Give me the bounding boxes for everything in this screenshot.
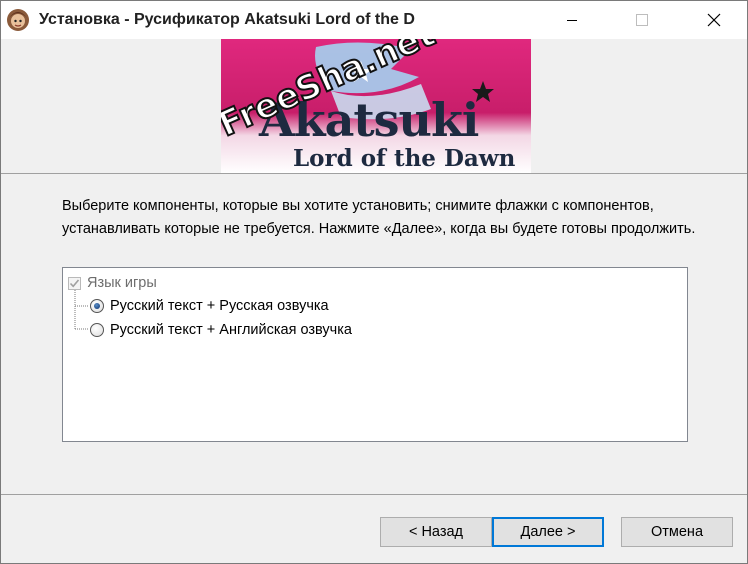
next-button[interactable]: Далее > (492, 517, 604, 547)
component-option-russian-voice[interactable]: Русский текст + Русская озвучка (90, 296, 329, 316)
back-button[interactable]: < Назад (380, 517, 492, 547)
minimize-button[interactable] (549, 1, 595, 39)
root-label: Язык игры (87, 275, 157, 291)
radio-english-voice[interactable] (90, 323, 104, 337)
instructions-text: Выберите компоненты, которые вы хотите у… (62, 198, 696, 237)
banner-logo-subtitle: Lord of the Dawn (293, 145, 516, 172)
close-icon (707, 13, 721, 27)
maximize-button[interactable] (619, 1, 665, 39)
maximize-icon (636, 14, 648, 26)
root-checkbox[interactable] (68, 276, 81, 290)
window-title: Установка - Русификатор Akatsuki Lord of… (39, 11, 415, 28)
radio-russian-voice[interactable] (90, 299, 104, 313)
component-option-english-voice[interactable]: Русский текст + Английская озвучка (90, 320, 352, 340)
component-root[interactable]: Язык игры (68, 273, 157, 293)
components-list[interactable]: Язык игры Русский текст + Русская озвучк… (62, 267, 688, 442)
radio-selected-dot (94, 303, 100, 309)
footer-separator (1, 494, 747, 495)
cancel-button[interactable]: Отмена (621, 517, 733, 547)
option-label: Русский текст + Английская озвучка (110, 322, 352, 338)
minimize-icon (567, 20, 577, 21)
app-icon (6, 8, 30, 32)
wizard-header: Akatsuki Lord of the Dawn FreeSha.net (1, 39, 747, 174)
banner-image: Akatsuki Lord of the Dawn FreeSha.net (221, 39, 531, 173)
checkmark-icon (69, 278, 80, 287)
option-label: Русский текст + Русская озвучка (110, 298, 329, 314)
close-button[interactable] (691, 1, 737, 39)
title-bar[interactable]: Установка - Русификатор Akatsuki Lord of… (1, 1, 747, 39)
installer-window: Установка - Русификатор Akatsuki Lord of… (0, 0, 748, 564)
